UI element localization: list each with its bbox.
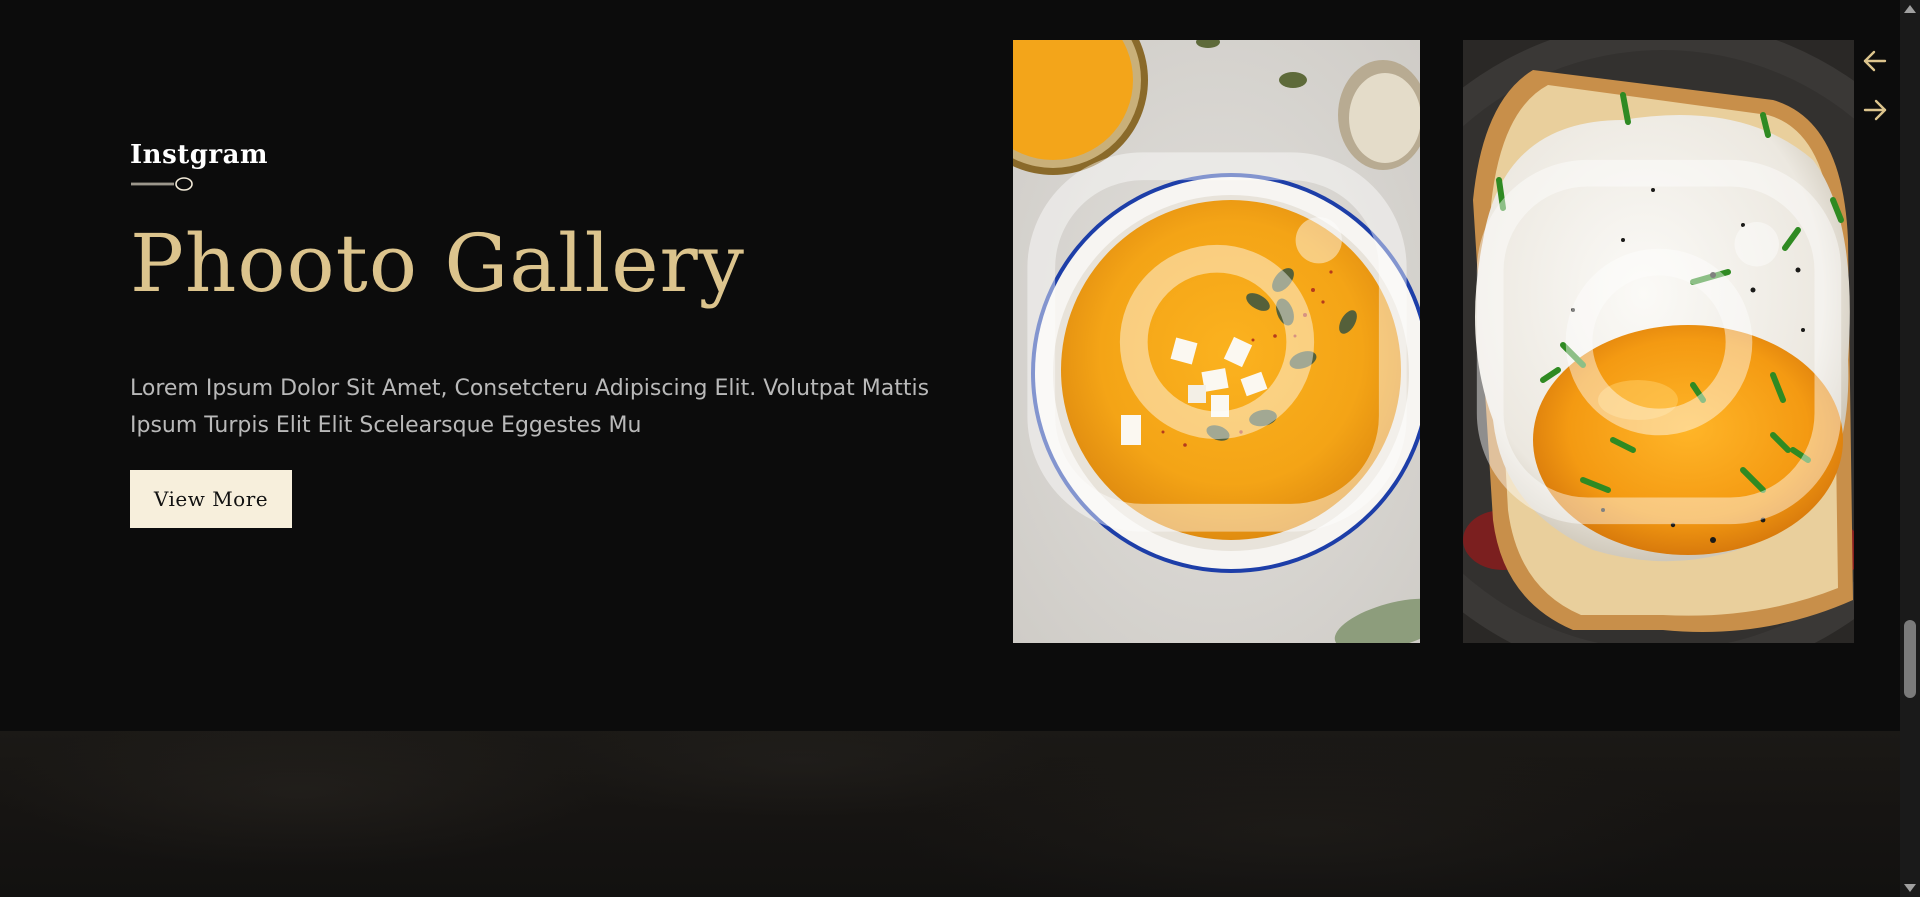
spoon-divider-icon xyxy=(131,177,193,191)
gallery-description: Lorem Ipsum Dolor Sit Amet, Consetcteru … xyxy=(130,376,930,438)
view-more-button[interactable]: View More xyxy=(130,470,292,528)
section-eyebrow: Instgram xyxy=(130,140,268,170)
scroll-down-arrow-icon[interactable] xyxy=(1900,879,1920,897)
instagram-icon xyxy=(1026,151,1407,532)
photo-gallery-section: Instgram Phooto Gallery Lorem Ipsum Dolo… xyxy=(0,0,1900,730)
page: Instgram Phooto Gallery Lorem Ipsum Dolo… xyxy=(0,0,1920,897)
gallery-intro: Instgram Phooto Gallery Lorem Ipsum Dolo… xyxy=(130,140,950,528)
scroll-up-arrow-icon[interactable] xyxy=(1900,0,1920,18)
vertical-scrollbar[interactable] xyxy=(1900,0,1920,897)
gallery-photo-soup[interactable] xyxy=(1013,40,1420,643)
next-section-background xyxy=(0,731,1900,897)
arrow-right-icon[interactable] xyxy=(1862,97,1888,123)
gallery-photo-egg[interactable] xyxy=(1463,40,1854,643)
page-title: Phooto Gallery xyxy=(130,217,745,310)
scrollbar-thumb[interactable] xyxy=(1904,620,1916,698)
arrow-left-icon[interactable] xyxy=(1862,48,1888,74)
instagram-icon xyxy=(1476,159,1841,524)
